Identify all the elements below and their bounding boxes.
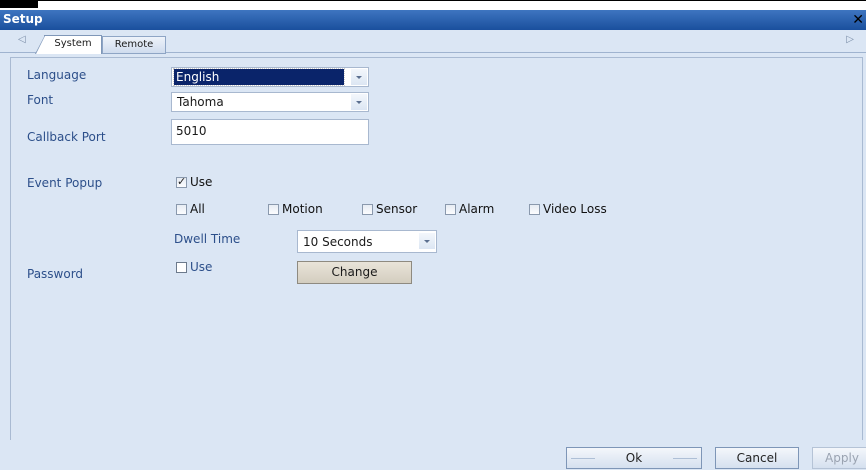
callback-port-value: 5010 bbox=[176, 124, 207, 138]
ok-button-shade-right bbox=[673, 458, 697, 459]
apply-button[interactable]: Apply bbox=[812, 447, 866, 469]
ok-button-label: Ok bbox=[625, 451, 643, 465]
dwell-time-select[interactable]: 10 Seconds bbox=[297, 230, 437, 253]
tab-remote[interactable]: Remote bbox=[102, 36, 166, 54]
tab-scroll-right-icon[interactable]: ▷ bbox=[846, 34, 854, 45]
event-video-loss-label: Video Loss bbox=[543, 202, 607, 216]
tab-scroll-left-icon[interactable]: ◁ bbox=[18, 34, 26, 45]
language-select[interactable]: English bbox=[171, 67, 369, 87]
font-select[interactable]: Tahoma bbox=[171, 92, 369, 112]
tab-system[interactable]: System bbox=[35, 35, 102, 54]
language-value: English bbox=[173, 68, 345, 86]
event-sensor-checkbox[interactable] bbox=[362, 204, 373, 215]
system-settings-panel: Language English Font Tahoma Callback Po… bbox=[10, 57, 863, 442]
cancel-button[interactable]: Cancel bbox=[715, 447, 799, 469]
callback-port-input[interactable]: 5010 bbox=[171, 119, 369, 145]
dwell-time-label: Dwell Time bbox=[174, 232, 241, 246]
top-strip-line bbox=[38, 0, 866, 1]
change-password-button[interactable]: Change bbox=[297, 261, 412, 284]
chevron-down-icon[interactable] bbox=[351, 94, 367, 110]
top-strip-block bbox=[0, 0, 38, 8]
setup-window: ◁ System Remote ▷ Language English Font … bbox=[0, 30, 866, 470]
dialog-buttons: Ok Cancel Apply bbox=[0, 440, 866, 470]
tab-strip: ◁ System Remote ▷ bbox=[0, 30, 866, 54]
dwell-time-value: 10 Seconds bbox=[303, 235, 373, 249]
event-sensor-label: Sensor bbox=[376, 202, 418, 216]
event-popup-use-label: Use bbox=[190, 175, 213, 189]
callback-port-label: Callback Port bbox=[27, 130, 106, 144]
cancel-button-label: Cancel bbox=[736, 451, 778, 465]
event-motion-label: Motion bbox=[282, 202, 323, 216]
event-video-loss-checkbox[interactable] bbox=[529, 204, 540, 215]
password-label: Password bbox=[27, 267, 84, 281]
tab-system-label: System bbox=[54, 38, 92, 49]
ok-button[interactable]: Ok bbox=[566, 447, 702, 469]
top-strip bbox=[0, 0, 866, 10]
close-icon[interactable]: ✕ bbox=[852, 11, 864, 29]
event-popup-use-checkbox[interactable] bbox=[176, 175, 187, 188]
event-all-checkbox[interactable] bbox=[176, 204, 187, 215]
event-alarm-label: Alarm bbox=[459, 202, 495, 216]
chevron-down-icon[interactable] bbox=[419, 233, 435, 249]
chevron-down-icon[interactable] bbox=[351, 69, 367, 85]
window-title: Setup bbox=[3, 12, 43, 26]
ok-button-shade bbox=[571, 458, 595, 459]
language-label: Language bbox=[27, 68, 87, 82]
password-use-checkbox[interactable] bbox=[176, 262, 187, 273]
password-use-label: Use bbox=[190, 260, 213, 274]
event-popup-label: Event Popup bbox=[27, 176, 103, 190]
tab-remote-label: Remote bbox=[114, 39, 154, 50]
title-bar: Setup ✕ bbox=[0, 10, 866, 30]
event-alarm-checkbox[interactable] bbox=[445, 204, 456, 215]
font-label: Font bbox=[27, 93, 54, 107]
font-value: Tahoma bbox=[177, 95, 224, 109]
event-all-label: All bbox=[190, 202, 205, 216]
apply-button-label: Apply bbox=[825, 451, 859, 465]
event-motion-checkbox[interactable] bbox=[268, 204, 279, 215]
